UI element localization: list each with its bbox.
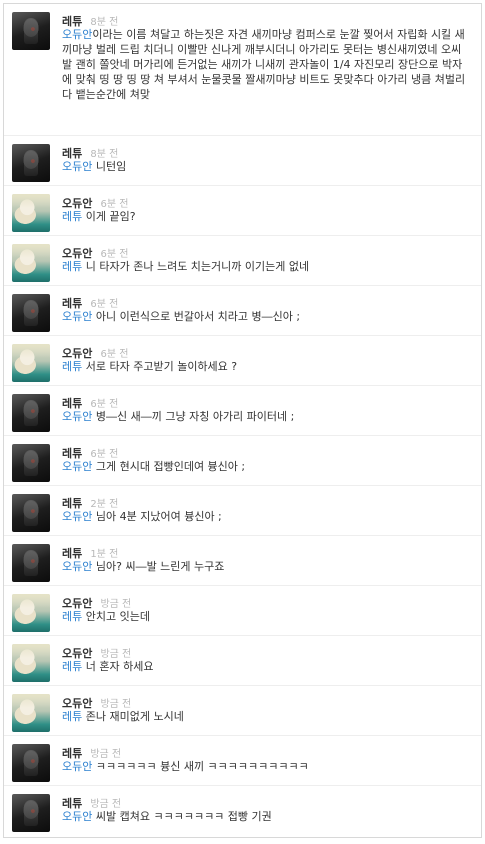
mention-link[interactable]: 레튜 (62, 710, 82, 723)
comment-message: 씨발 캡쳐요 ㅋㅋㅋㅋㅋㅋㅋ 접빵 기권 (92, 810, 272, 823)
comment-text: 레튜 너 혼자 하세요 (62, 659, 471, 674)
comment-item: 오듀안 6분 전 레튜 이게 끝임? (4, 186, 481, 236)
comment-text: 오듀안 아니 이런식으로 번갈아서 치라고 병―신아 ; (62, 309, 471, 324)
comment-text: 레튜 안치고 잇는데 (62, 609, 471, 624)
dark-avatar-icon[interactable] (12, 444, 50, 482)
comment-text: 오듀안 병―신 새―끼 그냥 자칭 아가리 파이터네 ; (62, 409, 471, 424)
light-avatar-icon[interactable] (12, 644, 50, 682)
light-avatar-icon[interactable] (12, 194, 50, 232)
light-avatar-icon[interactable] (12, 694, 50, 732)
comment-item: 레튜 1분 전 오듀안 님아? 씨―발 느린게 누구죠 (4, 536, 481, 586)
comment-message: 너 혼자 하세요 (82, 660, 154, 673)
comment-item: 오듀안 방금 전 레튜 존나 재미없게 노시네 (4, 686, 481, 736)
mention-link[interactable]: 오듀안 (62, 510, 92, 523)
comment-feed: 레튜 8분 전 오듀안이라는 이름 쳐달고 하는짓은 자견 새끼마냥 컴퍼스로 … (3, 3, 482, 838)
comment-text: 오듀안 그게 현시대 접빵인데여 븅신아 ; (62, 459, 471, 474)
comment-message: 님아 4분 지났어여 븅신아 ; (92, 510, 222, 523)
comment-text: 레튜 서로 타자 주고받기 놀이하세요 ? (62, 359, 471, 374)
mention-link[interactable]: 오듀안 (62, 410, 92, 423)
dark-avatar-icon[interactable] (12, 144, 50, 182)
comment-message: 안치고 잇는데 (82, 610, 150, 623)
comment-text: 오듀안 님아? 씨―발 느린게 누구죠 (62, 559, 471, 574)
comment-text: 오듀안 ㅋㅋㅋㅋㅋㅋ 븅신 새끼 ㅋㅋㅋㅋㅋㅋㅋㅋㅋㅋ (62, 759, 471, 774)
comment-message: 서로 타자 주고받기 놀이하세요 ? (82, 360, 238, 373)
comment-item: 레튜 6분 전 오듀안 병―신 새―끼 그냥 자칭 아가리 파이터네 ; (4, 386, 481, 436)
dark-avatar-icon[interactable] (12, 544, 50, 582)
comment-text: 오듀안 님아 4분 지났어여 븅신아 ; (62, 509, 471, 524)
comment-item: 레튜 8분 전 오듀안 니턴임 (4, 136, 481, 186)
comment-message: 니 타자가 존나 느려도 치는거니까 이기는게 없네 (82, 260, 310, 273)
comment-text: 오듀안이라는 이름 쳐달고 하는짓은 자견 새끼마냥 컴퍼스로 눈깔 찢어서 자… (62, 27, 471, 102)
comment-item: 레튜 2분 전 오듀안 님아 4분 지났어여 븅신아 ; (4, 486, 481, 536)
dark-avatar-icon[interactable] (12, 294, 50, 332)
mention-link[interactable]: 오듀안 (62, 460, 92, 473)
mention-link[interactable]: 레튜 (62, 660, 82, 673)
comment-message: ㅋㅋㅋㅋㅋㅋ 븅신 새끼 ㅋㅋㅋㅋㅋㅋㅋㅋㅋㅋ (92, 760, 309, 773)
comment-message: 병―신 새―끼 그냥 자칭 아가리 파이터네 ; (92, 410, 295, 423)
comment-message: 이게 끝임? (82, 210, 136, 223)
comment-item: 레튜 방금 전 오듀안 씨발 캡쳐요 ㅋㅋㅋㅋㅋㅋㅋ 접빵 기권 (4, 786, 481, 837)
comment-item: 레튜 6분 전 오듀안 아니 이런식으로 번갈아서 치라고 병―신아 ; (4, 286, 481, 336)
light-avatar-icon[interactable] (12, 244, 50, 282)
comment-text: 레튜 이게 끝임? (62, 209, 471, 224)
comment-item: 오듀안 방금 전 레튜 안치고 잇는데 (4, 586, 481, 636)
comment-item: 오듀안 방금 전 레튜 너 혼자 하세요 (4, 636, 481, 686)
comment-message: 이라는 이름 쳐달고 하는짓은 자견 새끼마냥 컴퍼스로 눈깔 찢어서 자립화 … (62, 28, 466, 101)
comment-message: 아니 이런식으로 번갈아서 치라고 병―신아 ; (92, 310, 301, 323)
comment-message: 님아? 씨―발 느린게 누구죠 (92, 560, 225, 573)
mention-link[interactable]: 오듀안 (62, 160, 92, 173)
comment-message: 그게 현시대 접빵인데여 븅신아 ; (92, 460, 246, 473)
mention-link[interactable]: 오듀안 (62, 760, 92, 773)
mention-link[interactable]: 오듀안 (62, 560, 92, 573)
comment-text: 레튜 니 타자가 존나 느려도 치는거니까 이기는게 없네 (62, 259, 471, 274)
mention-link[interactable]: 오듀안 (62, 310, 92, 323)
mention-link[interactable]: 오듀안 (62, 28, 92, 41)
mention-link[interactable]: 레튜 (62, 260, 82, 273)
mention-link[interactable]: 오듀안 (62, 810, 92, 823)
comment-text: 오듀안 니턴임 (62, 159, 471, 174)
mention-link[interactable]: 레튜 (62, 360, 82, 373)
mention-link[interactable]: 레튜 (62, 210, 82, 223)
dark-avatar-icon[interactable] (12, 12, 50, 50)
comment-item: 레튜 6분 전 오듀안 그게 현시대 접빵인데여 븅신아 ; (4, 436, 481, 486)
comment-item: 레튜 8분 전 오듀안이라는 이름 쳐달고 하는짓은 자견 새끼마냥 컴퍼스로 … (4, 4, 481, 136)
comment-message: 니턴임 (92, 160, 127, 173)
comment-item: 레튜 방금 전 오듀안 ㅋㅋㅋㅋㅋㅋ 븅신 새끼 ㅋㅋㅋㅋㅋㅋㅋㅋㅋㅋ (4, 736, 481, 786)
light-avatar-icon[interactable] (12, 594, 50, 632)
dark-avatar-icon[interactable] (12, 744, 50, 782)
comment-item: 오듀안 6분 전 레튜 니 타자가 존나 느려도 치는거니까 이기는게 없네 (4, 236, 481, 286)
light-avatar-icon[interactable] (12, 344, 50, 382)
comment-message: 존나 재미없게 노시네 (82, 710, 184, 723)
comment-text: 오듀안 씨발 캡쳐요 ㅋㅋㅋㅋㅋㅋㅋ 접빵 기권 (62, 809, 471, 824)
comment-item: 오듀안 6분 전 레튜 서로 타자 주고받기 놀이하세요 ? (4, 336, 481, 386)
dark-avatar-icon[interactable] (12, 494, 50, 532)
dark-avatar-icon[interactable] (12, 794, 50, 832)
mention-link[interactable]: 레튜 (62, 610, 82, 623)
comment-text: 레튜 존나 재미없게 노시네 (62, 709, 471, 724)
dark-avatar-icon[interactable] (12, 394, 50, 432)
